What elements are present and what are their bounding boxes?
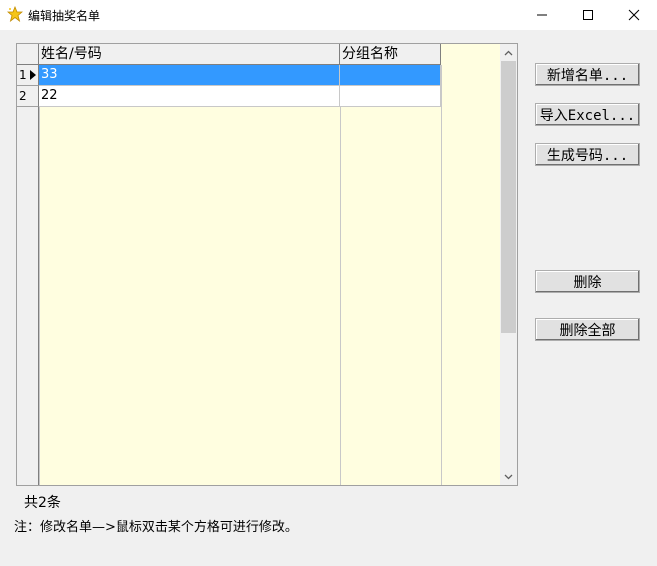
scrollbar-thumb[interactable] xyxy=(501,61,516,333)
grid-corner[interactable] xyxy=(17,44,39,65)
maximize-button[interactable] xyxy=(565,0,611,30)
add-list-button[interactable]: 新增名单... xyxy=(535,63,640,86)
column-header-group[interactable]: 分组名称 xyxy=(340,44,441,65)
title-bar: 编辑抽奖名单 xyxy=(0,0,657,30)
scroll-down-button[interactable] xyxy=(500,468,517,485)
chevron-up-icon xyxy=(504,50,513,55)
record-count: 共2条 xyxy=(24,495,61,511)
cell-group[interactable] xyxy=(340,65,441,86)
delete-all-button[interactable]: 删除全部 xyxy=(535,318,640,341)
grid-line xyxy=(39,65,40,485)
cell-group[interactable] xyxy=(340,86,441,107)
import-excel-button[interactable]: 导入Excel... xyxy=(535,103,640,126)
minimize-button[interactable] xyxy=(519,0,565,30)
cell-name[interactable]: 22 xyxy=(39,86,340,107)
maximize-icon xyxy=(583,10,593,20)
close-button[interactable] xyxy=(611,0,657,30)
chevron-down-icon xyxy=(504,474,513,479)
help-note: 注：修改名单—>鼠标双击某个方格可进行修改。 xyxy=(14,520,298,535)
current-row-pointer-icon xyxy=(30,70,36,80)
vertical-scrollbar[interactable] xyxy=(500,44,517,485)
grid-line xyxy=(441,65,442,485)
minimize-icon xyxy=(537,14,547,16)
list-grid[interactable]: 姓名/号码 分组名称 1 33 2 22 xyxy=(16,43,518,486)
grid-line xyxy=(340,65,341,485)
row-index: 2 xyxy=(19,89,27,103)
scroll-up-button[interactable] xyxy=(500,44,517,61)
column-header-name[interactable]: 姓名/号码 xyxy=(39,44,340,65)
row-header[interactable]: 2 xyxy=(17,86,39,107)
row-header-column xyxy=(17,65,39,485)
generate-numbers-button[interactable]: 生成号码... xyxy=(535,143,640,166)
star-icon xyxy=(7,6,23,22)
row-index: 1 xyxy=(19,68,27,82)
close-icon xyxy=(628,9,640,21)
cell-name[interactable]: 33 xyxy=(39,65,340,86)
row-header[interactable]: 1 xyxy=(17,65,39,86)
window-title: 编辑抽奖名单 xyxy=(28,9,101,23)
delete-button[interactable]: 删除 xyxy=(535,270,640,293)
